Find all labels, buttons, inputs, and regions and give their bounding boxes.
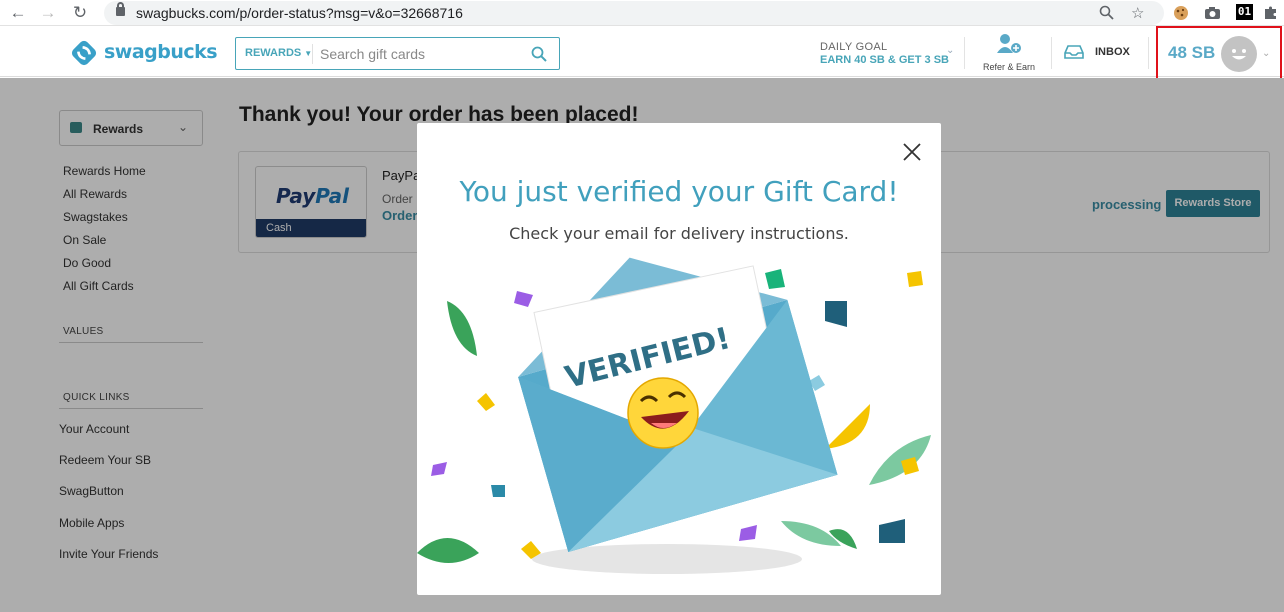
laughing-emoji-icon [627, 377, 699, 449]
search-input[interactable] [320, 43, 520, 65]
verified-envelope-illustration: VERIFIED! [417, 257, 931, 574]
header-divider [1051, 37, 1052, 69]
camera-extension-icon[interactable] [1204, 5, 1221, 20]
star-icon[interactable]: ☆ [1131, 4, 1144, 22]
search-category-dropdown[interactable]: REWARDS ▼ [245, 47, 312, 59]
refer-earn-label: Refer & Earn [982, 62, 1036, 72]
address-bar[interactable]: swagbucks.com/p/order-status?msg=v&o=326… [104, 1, 1164, 25]
site-header: swagbucks REWARDS ▼ DAILY GOAL EARN 40 S… [0, 27, 1284, 77]
daily-goal[interactable]: DAILY GOAL EARN 40 SB & GET 3 SB [820, 41, 949, 66]
close-icon[interactable] [903, 143, 921, 161]
zoom-icon[interactable] [1099, 5, 1115, 21]
extension-badge[interactable]: 01 [1236, 4, 1253, 20]
browser-toolbar: ← → ↻ swagbucks.com/p/order-status?msg=v… [0, 0, 1284, 26]
refer-people-icon [997, 34, 1021, 53]
highlight-box [1156, 26, 1282, 85]
extensions-puzzle-icon[interactable] [1263, 5, 1278, 20]
url-text: swagbucks.com/p/order-status?msg=v&o=326… [136, 5, 463, 21]
reload-icon[interactable]: ↻ [70, 3, 90, 23]
cookie-extension-icon[interactable] [1173, 5, 1189, 21]
search-divider [312, 44, 313, 64]
search-icon[interactable] [531, 46, 547, 62]
search-category-label: REWARDS [245, 47, 302, 59]
logo-text: swagbucks [104, 41, 218, 63]
forward-icon[interactable]: → [38, 3, 58, 23]
modal-title: You just verified your Gift Card! [459, 175, 899, 208]
refer-earn-button[interactable]: Refer & Earn [978, 33, 1040, 72]
daily-goal-text: EARN 40 SB & GET 3 SB [820, 54, 949, 66]
daily-goal-title: DAILY GOAL [820, 41, 888, 53]
lock-icon [116, 2, 125, 16]
modal-subtitle: Check your email for delivery instructio… [509, 224, 849, 243]
logo-icon [71, 40, 97, 66]
inbox-button[interactable]: INBOX [1064, 45, 1130, 64]
swagbucks-logo[interactable]: swagbucks [70, 39, 218, 69]
verified-modal: You just verified your Gift Card! Check … [417, 123, 941, 595]
header-divider [964, 37, 965, 69]
chevron-down-icon[interactable]: ⌄ [946, 45, 954, 56]
back-icon[interactable]: ← [8, 3, 28, 23]
inbox-label: INBOX [1095, 46, 1130, 58]
header-divider [1148, 37, 1149, 69]
search-bar: REWARDS ▼ [235, 37, 560, 70]
inbox-icon [1064, 45, 1084, 59]
